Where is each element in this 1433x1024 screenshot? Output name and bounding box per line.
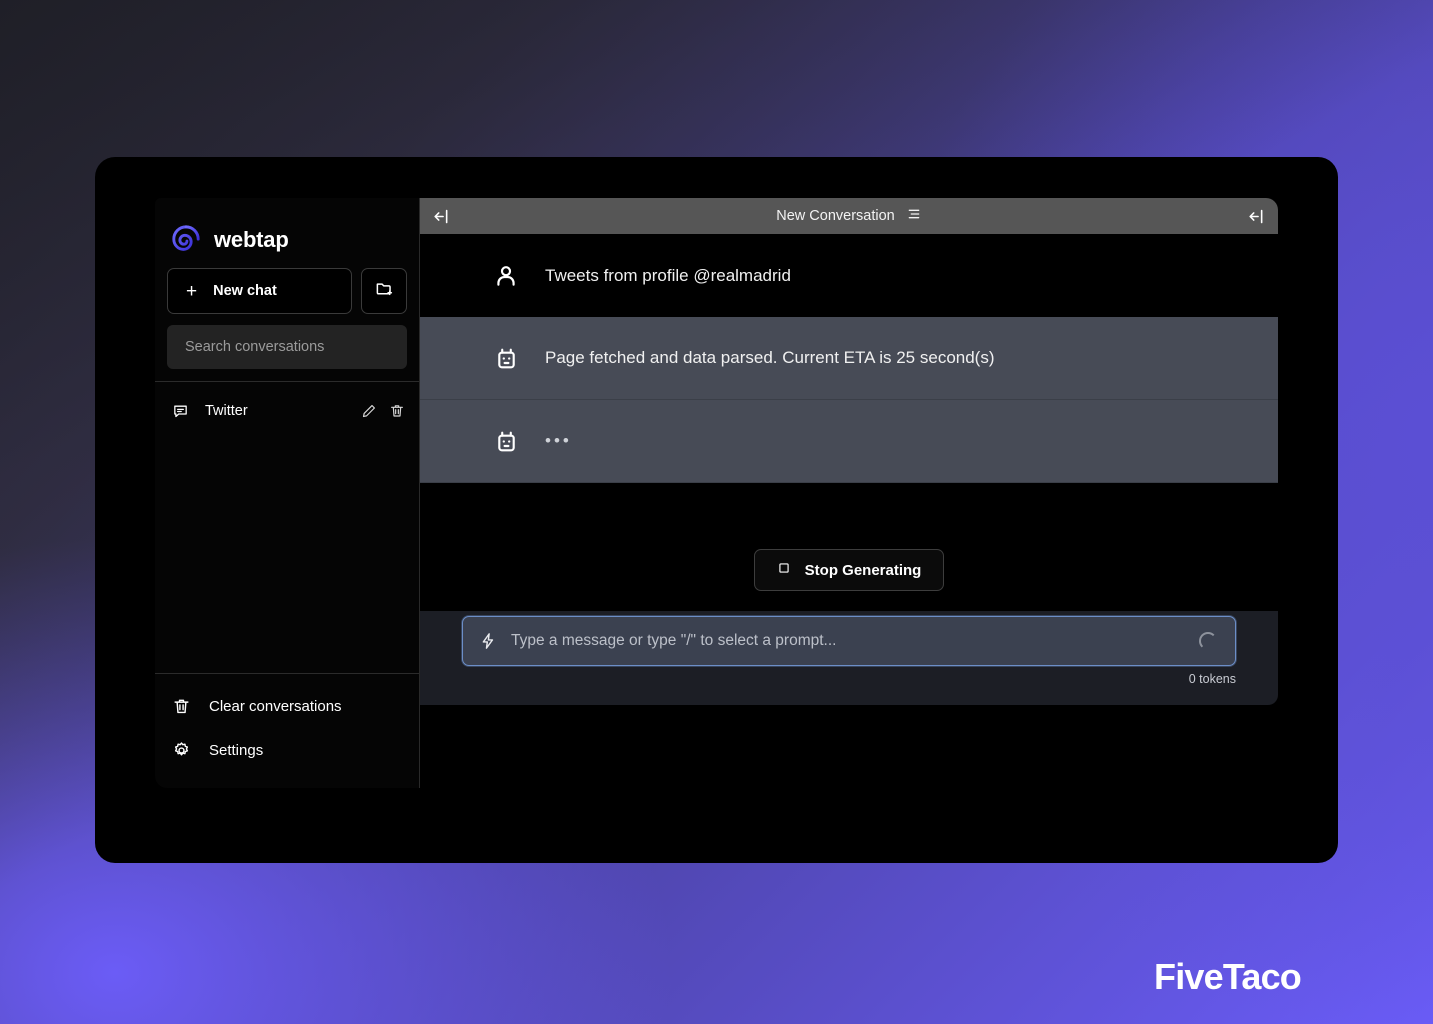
brand-name: webtap (214, 227, 289, 252)
app-window: webtap + New chat Search conversations T… (95, 157, 1338, 863)
trash-icon (172, 697, 191, 716)
sidebar: webtap + New chat Search conversations T… (155, 198, 420, 788)
search-conversations-box[interactable] (167, 325, 407, 369)
chat-panel: New Conversation Tweets from profile @re… (420, 198, 1278, 788)
new-chat-button[interactable]: + New chat (167, 268, 352, 314)
brand: webtap (155, 198, 419, 264)
plus-icon: + (186, 280, 198, 302)
chat-header: New Conversation (420, 198, 1278, 234)
robot-icon (493, 345, 545, 372)
token-count: 0 tokens (1188, 672, 1236, 686)
message-row-assistant-typing: ••• (420, 400, 1278, 483)
stop-generating-wrap: Stop Generating (420, 549, 1278, 591)
user-icon (493, 263, 545, 289)
page-title: New Conversation (776, 208, 895, 224)
spinner-icon (1199, 632, 1217, 650)
message-input[interactable] (511, 632, 1199, 650)
chat-title-group: New Conversation (420, 206, 1278, 226)
message-list: Tweets from profile @realmadrid Page fet… (420, 234, 1278, 504)
chat-bubble-icon (172, 403, 189, 420)
pencil-icon[interactable] (361, 403, 377, 419)
conversation-actions (361, 403, 405, 419)
trash-icon[interactable] (389, 403, 405, 419)
new-chat-label: New chat (213, 283, 277, 299)
robot-icon (493, 428, 545, 455)
collapse-left-icon[interactable] (420, 207, 463, 226)
list-item[interactable]: Twitter (155, 392, 419, 430)
composer: Stop Generating 0 tokens (420, 549, 1278, 705)
folder-plus-icon (375, 279, 394, 303)
message-input-wrap[interactable] (462, 616, 1236, 666)
stop-square-icon (777, 561, 791, 579)
clear-conversations-button[interactable]: Clear conversations (155, 684, 419, 728)
spiral-logo-icon (171, 225, 201, 255)
conversation-label: Twitter (205, 403, 248, 419)
list-settings-icon[interactable] (906, 206, 922, 226)
lightning-bolt-icon[interactable] (479, 632, 497, 650)
gear-icon (172, 741, 191, 760)
sidebar-footer: Clear conversations Settings (155, 673, 419, 788)
clear-conversations-label: Clear conversations (209, 697, 342, 715)
message-row-assistant: Page fetched and data parsed. Current ET… (420, 317, 1278, 400)
search-input[interactable] (185, 339, 389, 355)
promo-background: webtap + New chat Search conversations T… (0, 0, 1433, 1024)
sidebar-actions: + New chat (155, 268, 419, 314)
typing-indicator: ••• (545, 431, 572, 450)
message-text: Page fetched and data parsed. Current ET… (545, 348, 995, 367)
settings-button[interactable]: Settings (155, 728, 419, 772)
settings-label: Settings (209, 741, 264, 759)
new-folder-button[interactable] (361, 268, 407, 314)
stop-generating-label: Stop Generating (804, 561, 922, 579)
stop-generating-button[interactable]: Stop Generating (753, 549, 945, 591)
message-text: Tweets from profile @realmadrid (545, 265, 791, 285)
conversation-list: Twitter (155, 382, 419, 673)
collapse-right-icon[interactable] (1235, 207, 1278, 226)
message-row-user: Tweets from profile @realmadrid (420, 234, 1278, 317)
fivetaco-watermark: FiveTaco (1154, 956, 1302, 997)
